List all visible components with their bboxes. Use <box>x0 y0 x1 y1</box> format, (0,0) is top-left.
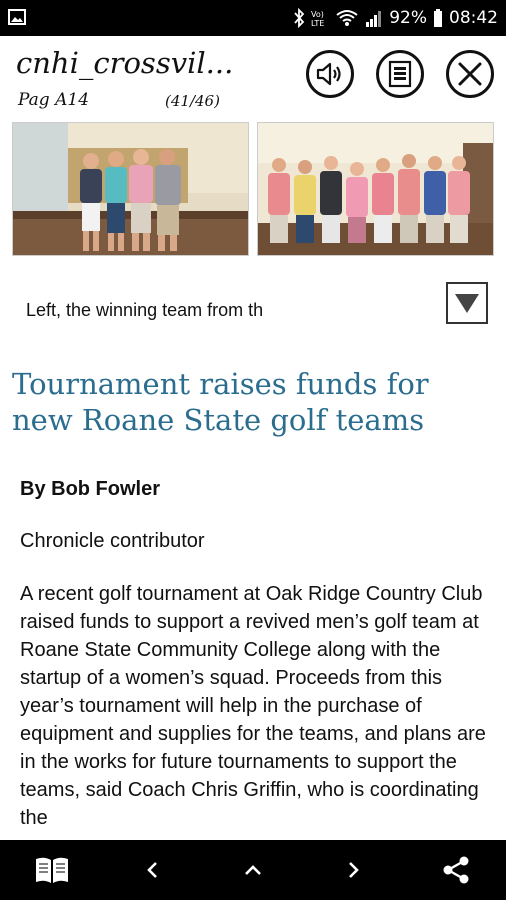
document-icon <box>388 60 412 88</box>
share-icon <box>443 856 469 884</box>
status-bar: Vo) LTE 92% 08:42 <box>0 0 506 36</box>
publication-title: cnhi_crossvil... <box>16 46 234 80</box>
article-byline: By Bob Fowler <box>20 478 161 500</box>
photo-caption: Left, the winning team from th <box>26 300 264 320</box>
volte-icon: Vo) LTE <box>311 8 329 28</box>
wifi-icon <box>335 8 359 28</box>
article-headline: Tournament raises funds for new Roane St… <box>12 367 429 437</box>
article-photo-left <box>12 122 249 256</box>
book-icon <box>36 857 68 883</box>
reader-header: cnhi_crossvil... Pag A14 (41/46) <box>0 36 506 112</box>
read-aloud-button[interactable] <box>306 50 354 98</box>
book-button[interactable] <box>32 850 72 890</box>
previous-page-button[interactable] <box>132 850 172 890</box>
scroll-up-button[interactable] <box>233 850 273 890</box>
bluetooth-icon <box>293 8 305 28</box>
chevron-left-icon <box>147 862 157 878</box>
image-icon <box>8 9 26 25</box>
close-icon <box>458 62 482 86</box>
speaker-icon <box>316 62 341 86</box>
clock: 08:42 <box>449 8 498 28</box>
share-button[interactable] <box>436 850 476 890</box>
signal-icon <box>365 8 383 28</box>
article-contributor: Chronicle contributor <box>20 530 205 552</box>
svg-text:Vo): Vo) <box>311 10 324 19</box>
next-page-button[interactable] <box>334 850 374 890</box>
article-view-button[interactable] <box>376 50 424 98</box>
bottom-navigation-bar <box>0 840 506 900</box>
battery-icon <box>433 8 443 28</box>
chevron-right-icon <box>349 862 359 878</box>
page-label: Pag A14 <box>18 90 90 110</box>
chevron-up-icon <box>245 865 261 875</box>
expand-caption-button[interactable] <box>446 282 488 324</box>
page-count: (41/46) <box>165 92 220 110</box>
article-photo-right <box>257 122 494 256</box>
article-body: A recent golf tournament at Oak Ridge Co… <box>20 583 486 829</box>
triangle-down-icon <box>455 294 479 313</box>
close-button[interactable] <box>446 50 494 98</box>
battery-percent: 92% <box>389 8 427 28</box>
svg-text:LTE: LTE <box>311 19 324 28</box>
